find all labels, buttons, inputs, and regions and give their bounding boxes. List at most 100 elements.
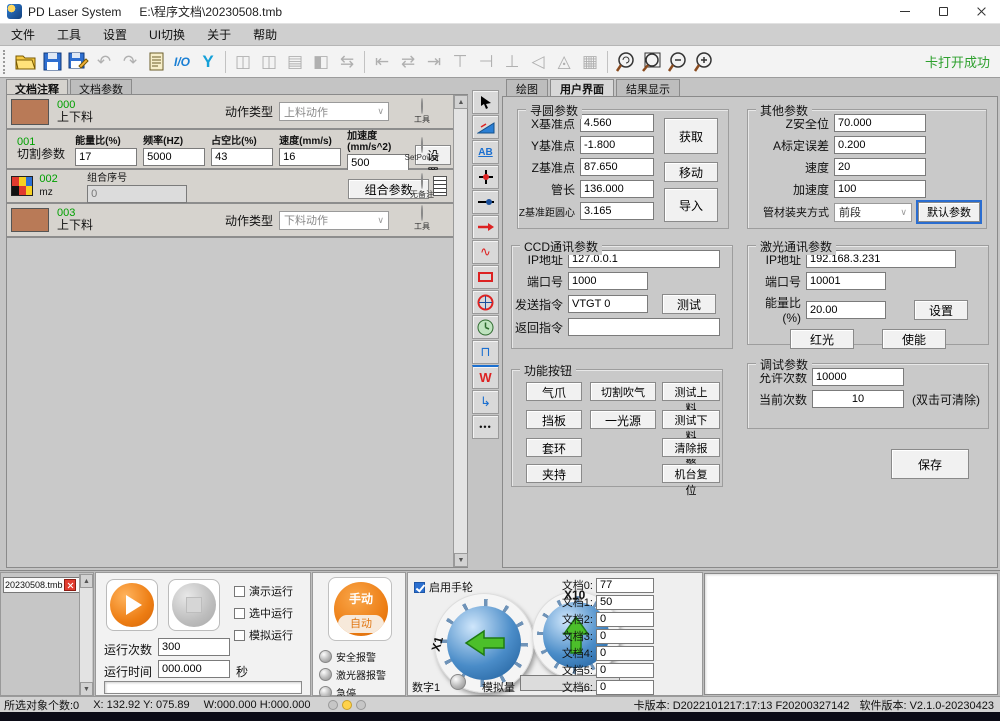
- open-file-icon[interactable]: [13, 49, 39, 75]
- enable-handwheel-checkbox[interactable]: 启用手轮: [414, 579, 473, 595]
- doc3-count[interactable]: [596, 629, 654, 644]
- clock-tool-icon[interactable]: [472, 315, 499, 339]
- open-file-tab[interactable]: 20230508.tmb: [3, 577, 81, 593]
- list-item-002[interactable]: 002mz 组合序号 组合参数 无备注: [7, 170, 467, 204]
- cut-blow-button[interactable]: 切割吹气: [590, 382, 656, 401]
- array-grid-icon[interactable]: ▦: [577, 49, 603, 75]
- minimize-button[interactable]: [886, 0, 924, 24]
- start-button[interactable]: [106, 579, 158, 631]
- menu-help[interactable]: 帮助: [242, 24, 288, 45]
- zoom-window-icon[interactable]: [638, 49, 664, 75]
- test-load-button[interactable]: 测试上料: [662, 382, 720, 401]
- test-button[interactable]: 测试: [662, 294, 716, 314]
- tab-doc-notes[interactable]: 文档注释: [6, 79, 68, 95]
- align-top-icon[interactable]: ⊤: [447, 49, 473, 75]
- zoom-out-icon[interactable]: [664, 49, 690, 75]
- acc-input[interactable]: [834, 180, 926, 198]
- list-item-001[interactable]: 001切割参数 能量比(%) 频率(HZ) 占空比(%) 速度(mm/s) 加速…: [7, 130, 467, 170]
- red-light-button[interactable]: 红光: [790, 329, 854, 349]
- tube-length-input[interactable]: [580, 180, 654, 198]
- tab-draw[interactable]: 绘图: [506, 79, 548, 96]
- exchange-icon[interactable]: ⇄: [395, 49, 421, 75]
- selected-run-checkbox[interactable]: 选中运行: [234, 605, 293, 621]
- import-button[interactable]: 导入: [664, 188, 718, 222]
- close-button[interactable]: [962, 0, 1000, 24]
- air-claw-button[interactable]: 气爪: [526, 382, 582, 401]
- wrench-icon[interactable]: Y: [195, 49, 221, 75]
- frequency-input[interactable]: [143, 148, 205, 166]
- seq-input[interactable]: [87, 185, 187, 203]
- duty-cycle-input[interactable]: [211, 148, 273, 166]
- speed-input[interactable]: [834, 158, 926, 176]
- speed-input[interactable]: [279, 148, 341, 166]
- doc2-count[interactable]: [596, 612, 654, 627]
- menu-about[interactable]: 关于: [196, 24, 242, 45]
- doc6-count[interactable]: [596, 680, 654, 695]
- io-icon[interactable]: I/O: [169, 49, 195, 75]
- maximize-button[interactable]: [924, 0, 962, 24]
- action-type-select[interactable]: 上料动作∨: [279, 102, 389, 121]
- zoom-extent-icon[interactable]: [612, 49, 638, 75]
- move-left-icon[interactable]: ⇤: [369, 49, 395, 75]
- test-unload-button[interactable]: 测试下料: [662, 410, 720, 429]
- doc0-count[interactable]: [596, 578, 654, 593]
- align-bottom-icon[interactable]: ⊥: [499, 49, 525, 75]
- menu-tools[interactable]: 工具: [46, 24, 92, 45]
- align-center-h-icon[interactable]: ◫: [256, 49, 282, 75]
- machine-reset-button[interactable]: 机台复位: [662, 464, 720, 483]
- menu-settings[interactable]: 设置: [92, 24, 138, 45]
- simulate-run-checkbox[interactable]: 模拟运行: [234, 627, 293, 643]
- calib-error-input[interactable]: [834, 136, 926, 154]
- align-rows-icon[interactable]: ▤: [282, 49, 308, 75]
- w-marker-tool-icon[interactable]: W: [472, 365, 499, 389]
- stop-button[interactable]: [168, 579, 220, 631]
- center-point-tool-icon[interactable]: [472, 165, 499, 189]
- menu-file[interactable]: 文件: [0, 24, 46, 45]
- run-count-input[interactable]: [158, 638, 230, 656]
- swap-icon[interactable]: ⇆: [334, 49, 360, 75]
- doc4-count[interactable]: [596, 646, 654, 661]
- send-cmd-input[interactable]: [568, 295, 648, 313]
- clamp-mode-select[interactable]: 前段∨: [834, 203, 912, 222]
- save-params-button[interactable]: 保存: [891, 449, 969, 479]
- ramp-tool-icon[interactable]: [472, 115, 499, 139]
- save-icon[interactable]: [39, 49, 65, 75]
- tab-user-interface[interactable]: 用户界面: [550, 79, 614, 96]
- energy-ratio-input[interactable]: [806, 301, 886, 319]
- save-as-icon[interactable]: [65, 49, 91, 75]
- more-tools-icon[interactable]: •••: [472, 415, 499, 439]
- current-count-input[interactable]: [812, 390, 904, 408]
- z-ref-input[interactable]: [580, 158, 654, 176]
- align-middle-icon[interactable]: ⊣: [473, 49, 499, 75]
- scroll-down-icon[interactable]: ▼: [454, 553, 468, 567]
- document-notes-icon[interactable]: [143, 49, 169, 75]
- pulse-tool-icon[interactable]: ⊓: [472, 340, 499, 364]
- action-type-select[interactable]: 下料动作∨: [279, 211, 389, 230]
- ring-button[interactable]: 套环: [526, 438, 582, 457]
- list-item-000[interactable]: 000上下料 动作类型 上料动作∨ 工具: [7, 95, 467, 130]
- select-tool-icon[interactable]: [472, 90, 499, 114]
- mirror-h-icon[interactable]: ◁: [525, 49, 551, 75]
- allow-count-input[interactable]: [812, 368, 904, 386]
- light-source-button[interactable]: 一光源: [590, 410, 656, 429]
- circle-tool-icon[interactable]: [472, 290, 499, 314]
- y-ref-input[interactable]: [580, 136, 654, 154]
- scroll-up-icon[interactable]: ▲: [80, 574, 93, 588]
- tab-doc-params[interactable]: 文档参数: [70, 79, 132, 95]
- axis-dial[interactable]: X1: [434, 593, 534, 693]
- rect-tool-icon[interactable]: [472, 265, 499, 289]
- close-file-icon[interactable]: [64, 579, 76, 591]
- baffle-button[interactable]: 挡板: [526, 410, 582, 429]
- mirror-v-icon[interactable]: ◬: [551, 49, 577, 75]
- scroll-down-icon[interactable]: ▼: [80, 682, 93, 696]
- return-cmd-input[interactable]: [568, 318, 720, 336]
- get-button[interactable]: 获取: [664, 118, 718, 154]
- scroll-up-icon[interactable]: ▲: [454, 95, 468, 109]
- run-time-input[interactable]: [158, 660, 230, 678]
- menu-ui-switch[interactable]: UI切换: [138, 24, 196, 45]
- zoom-in-icon[interactable]: [690, 49, 716, 75]
- move-button[interactable]: 移动: [664, 162, 718, 182]
- list-scrollbar[interactable]: ▲ ▼: [453, 95, 467, 567]
- doc5-count[interactable]: [596, 663, 654, 678]
- undo-icon[interactable]: ↶: [91, 49, 117, 75]
